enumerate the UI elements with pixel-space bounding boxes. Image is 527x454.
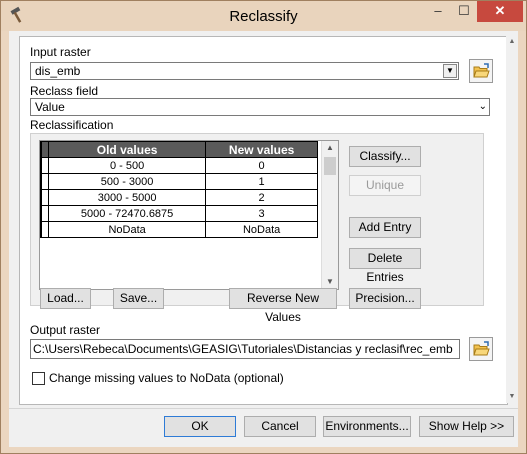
input-raster-value: dis_emb (35, 64, 81, 78)
add-entry-button[interactable]: Add Entry (349, 217, 421, 238)
browse-output-button[interactable] (469, 337, 493, 361)
reclassify-dialog: Reclassify – ☐ ✕ Input raster dis_emb ▼ … (0, 0, 527, 454)
save-button[interactable]: Save... (113, 288, 164, 309)
classify-button[interactable]: Classify... (349, 146, 421, 167)
new-value-cell[interactable]: 1 (205, 173, 318, 190)
reclassification-area: Old values New values 0 - 500 0 500 - 30… (30, 133, 484, 324)
table-row[interactable]: NoData NoData (40, 221, 318, 238)
parameters-panel: Input raster dis_emb ▼ Reclass field Val… (19, 36, 508, 405)
output-raster-label: Output raster (30, 323, 101, 337)
reclassification-label: Reclassification (30, 118, 114, 132)
column-header-new-values[interactable]: New values (205, 141, 318, 158)
new-value-cell[interactable]: NoData (205, 221, 318, 238)
input-raster-label: Input raster (30, 45, 91, 59)
row-header[interactable] (40, 189, 49, 206)
old-value-cell[interactable]: 3000 - 5000 (47, 189, 207, 206)
table-row[interactable]: 5000 - 72470.6875 3 (40, 205, 318, 222)
panel-scrollbar[interactable]: ▲ ▼ (506, 36, 518, 403)
row-header[interactable] (40, 157, 49, 174)
show-help-button[interactable]: Show Help >> (419, 416, 514, 437)
maximize-button[interactable]: ☐ (451, 1, 477, 22)
dialog-body: Input raster dis_emb ▼ Reclass field Val… (9, 31, 518, 447)
title-bar: Reclassify – ☐ ✕ (1, 1, 526, 31)
chevron-down-icon[interactable]: ⌄ (479, 99, 487, 115)
table-row[interactable]: 0 - 500 0 (40, 157, 318, 174)
reclassification-table[interactable]: Old values New values 0 - 500 0 500 - 30… (39, 140, 339, 290)
browse-input-button[interactable] (469, 59, 493, 83)
old-value-cell[interactable]: 500 - 3000 (47, 173, 207, 190)
reverse-new-values-button[interactable]: Reverse New Values (229, 288, 337, 324)
new-value-cell[interactable]: 0 (205, 157, 318, 174)
scroll-thumb[interactable] (324, 157, 336, 175)
ok-button[interactable]: OK (164, 416, 236, 437)
unique-button[interactable]: Unique (349, 175, 421, 196)
old-value-cell[interactable]: 0 - 500 (47, 157, 207, 174)
scroll-down-icon[interactable]: ▼ (506, 391, 518, 403)
row-header[interactable] (40, 221, 49, 238)
minimize-button[interactable]: – (425, 1, 451, 22)
open-folder-icon (473, 63, 490, 78)
column-header-old-values[interactable]: Old values (47, 141, 207, 158)
footer-divider (9, 408, 518, 409)
row-header[interactable] (40, 205, 49, 222)
old-value-cell[interactable]: NoData (47, 221, 207, 238)
reclass-field-label: Reclass field (30, 84, 99, 98)
input-raster-select[interactable]: dis_emb ▼ (30, 62, 459, 80)
output-raster-input[interactable]: C:\Users\Rebeca\Documents\GEASIG\Tutoria… (30, 339, 460, 359)
table-row[interactable]: 3000 - 5000 2 (40, 189, 318, 206)
reclass-field-value: Value (35, 100, 65, 114)
table-row[interactable]: 500 - 3000 1 (40, 173, 318, 190)
new-value-cell[interactable]: 2 (205, 189, 318, 206)
scroll-down-icon[interactable]: ▼ (322, 275, 338, 289)
environments-button[interactable]: Environments... (323, 416, 411, 437)
precision-button[interactable]: Precision... (349, 288, 421, 309)
table-scrollbar[interactable]: ▲ ▼ (321, 141, 338, 289)
scroll-up-icon[interactable]: ▲ (322, 141, 338, 155)
row-header-corner (40, 141, 49, 158)
old-value-cell[interactable]: 5000 - 72470.6875 (47, 205, 207, 222)
change-missing-label: Change missing values to NoData (optiona… (49, 371, 284, 385)
reclass-field-select[interactable]: Value ⌄ (30, 98, 490, 116)
new-value-cell[interactable]: 3 (205, 205, 318, 222)
cancel-button[interactable]: Cancel (244, 416, 316, 437)
scroll-up-icon[interactable]: ▲ (506, 36, 518, 48)
close-button[interactable]: ✕ (477, 1, 523, 22)
row-header[interactable] (40, 173, 49, 190)
delete-entries-button[interactable]: Delete Entries (349, 248, 421, 284)
chevron-down-icon[interactable]: ▼ (443, 64, 457, 78)
open-folder-icon (473, 341, 490, 356)
change-missing-checkbox[interactable] (32, 372, 45, 385)
load-button[interactable]: Load... (40, 288, 91, 309)
